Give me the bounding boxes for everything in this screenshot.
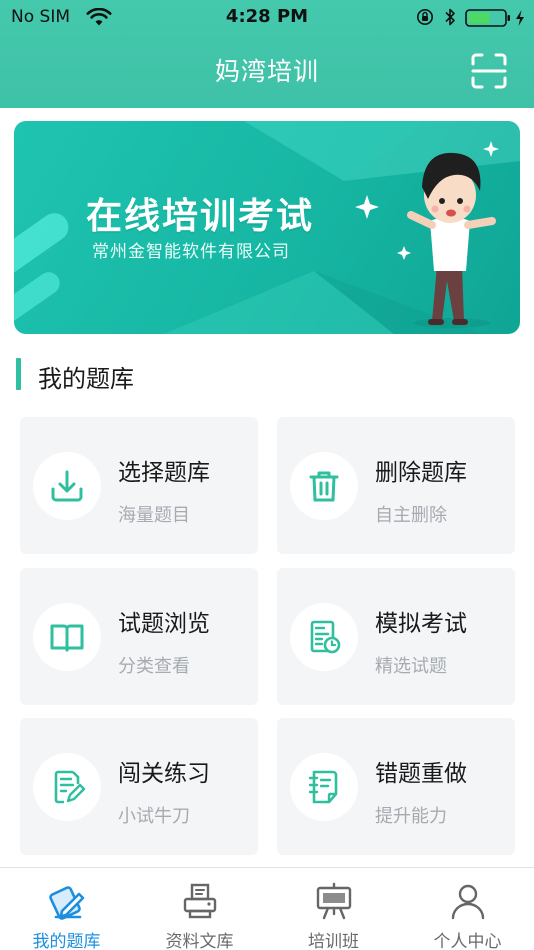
exam-paper-icon <box>310 620 341 654</box>
promo-banner[interactable]: 在线培训考试 常州金智能软件有限公司 <box>14 121 520 334</box>
card-icon-wrap <box>33 603 101 671</box>
card-redo-wrong-questions[interactable]: 错题重做 提升能力 <box>277 718 515 855</box>
card-subtitle: 分类查看 <box>118 656 190 677</box>
tab-label: 资料文库 <box>165 932 234 950</box>
book-icon <box>50 624 84 652</box>
person-icon <box>451 884 485 920</box>
card-icon-wrap <box>33 753 101 821</box>
card-icon-wrap <box>290 452 358 520</box>
edit-document-icon <box>54 770 86 804</box>
card-subtitle: 自主删除 <box>375 505 447 526</box>
tab-document-library[interactable]: 资料文库 <box>133 868 266 950</box>
download-icon <box>51 470 83 502</box>
card-icon-wrap <box>33 452 101 520</box>
card-mock-exam[interactable]: 模拟考试 精选试题 <box>277 568 515 705</box>
orientation-lock-icon <box>417 9 433 25</box>
card-title: 闯关练习 <box>118 761 210 787</box>
charging-icon <box>516 10 524 26</box>
bluetooth-icon <box>445 8 455 26</box>
trash-icon <box>309 471 339 502</box>
card-subtitle: 提升能力 <box>375 806 447 827</box>
card-title: 删除题库 <box>375 460 467 486</box>
card-title: 试题浏览 <box>118 611 210 637</box>
battery-icon <box>465 9 510 27</box>
banner-title: 在线培训考试 <box>86 196 315 237</box>
tab-label: 培训班 <box>308 932 359 950</box>
tab-training-class[interactable]: 培训班 <box>267 868 400 950</box>
card-subtitle: 精选试题 <box>375 656 447 677</box>
banner-subtitle: 常州金智能软件有限公司 <box>92 242 290 262</box>
tab-personal-center[interactable]: 个人中心 <box>401 868 534 950</box>
tab-bar: 我的题库 资料文库 培训班 个人中心 <box>0 867 534 950</box>
tab-label: 个人中心 <box>433 932 502 950</box>
printer-icon <box>183 883 217 919</box>
card-title: 模拟考试 <box>375 611 467 637</box>
presentation-board-icon <box>316 882 352 920</box>
page-title: 妈湾培训 <box>214 57 319 86</box>
card-icon-wrap <box>290 753 358 821</box>
card-title: 选择题库 <box>118 460 210 486</box>
section-accent-bar <box>16 358 21 390</box>
card-subtitle: 小试牛刀 <box>118 806 190 827</box>
card-delete-question-bank[interactable]: 删除题库 自主删除 <box>277 417 515 554</box>
card-icon-wrap <box>290 603 358 671</box>
section-title: 我的题库 <box>38 365 134 393</box>
status-bar: No SIM 4:28 PM <box>0 0 534 36</box>
app-header: No SIM 4:28 PM 妈湾培训 <box>0 0 534 108</box>
tab-label: 我的题库 <box>32 932 101 950</box>
tab-question-bank[interactable]: 我的题库 <box>0 868 133 950</box>
notebook-icon <box>308 770 338 804</box>
card-select-question-bank[interactable]: 选择题库 海量题目 <box>20 417 258 554</box>
question-bank-icon <box>49 886 85 920</box>
card-browse-questions[interactable]: 试题浏览 分类查看 <box>20 568 258 705</box>
card-level-practice[interactable]: 闯关练习 小试牛刀 <box>20 718 258 855</box>
scan-icon[interactable] <box>470 52 508 90</box>
card-title: 错题重做 <box>375 761 467 787</box>
card-subtitle: 海量题目 <box>118 505 190 526</box>
